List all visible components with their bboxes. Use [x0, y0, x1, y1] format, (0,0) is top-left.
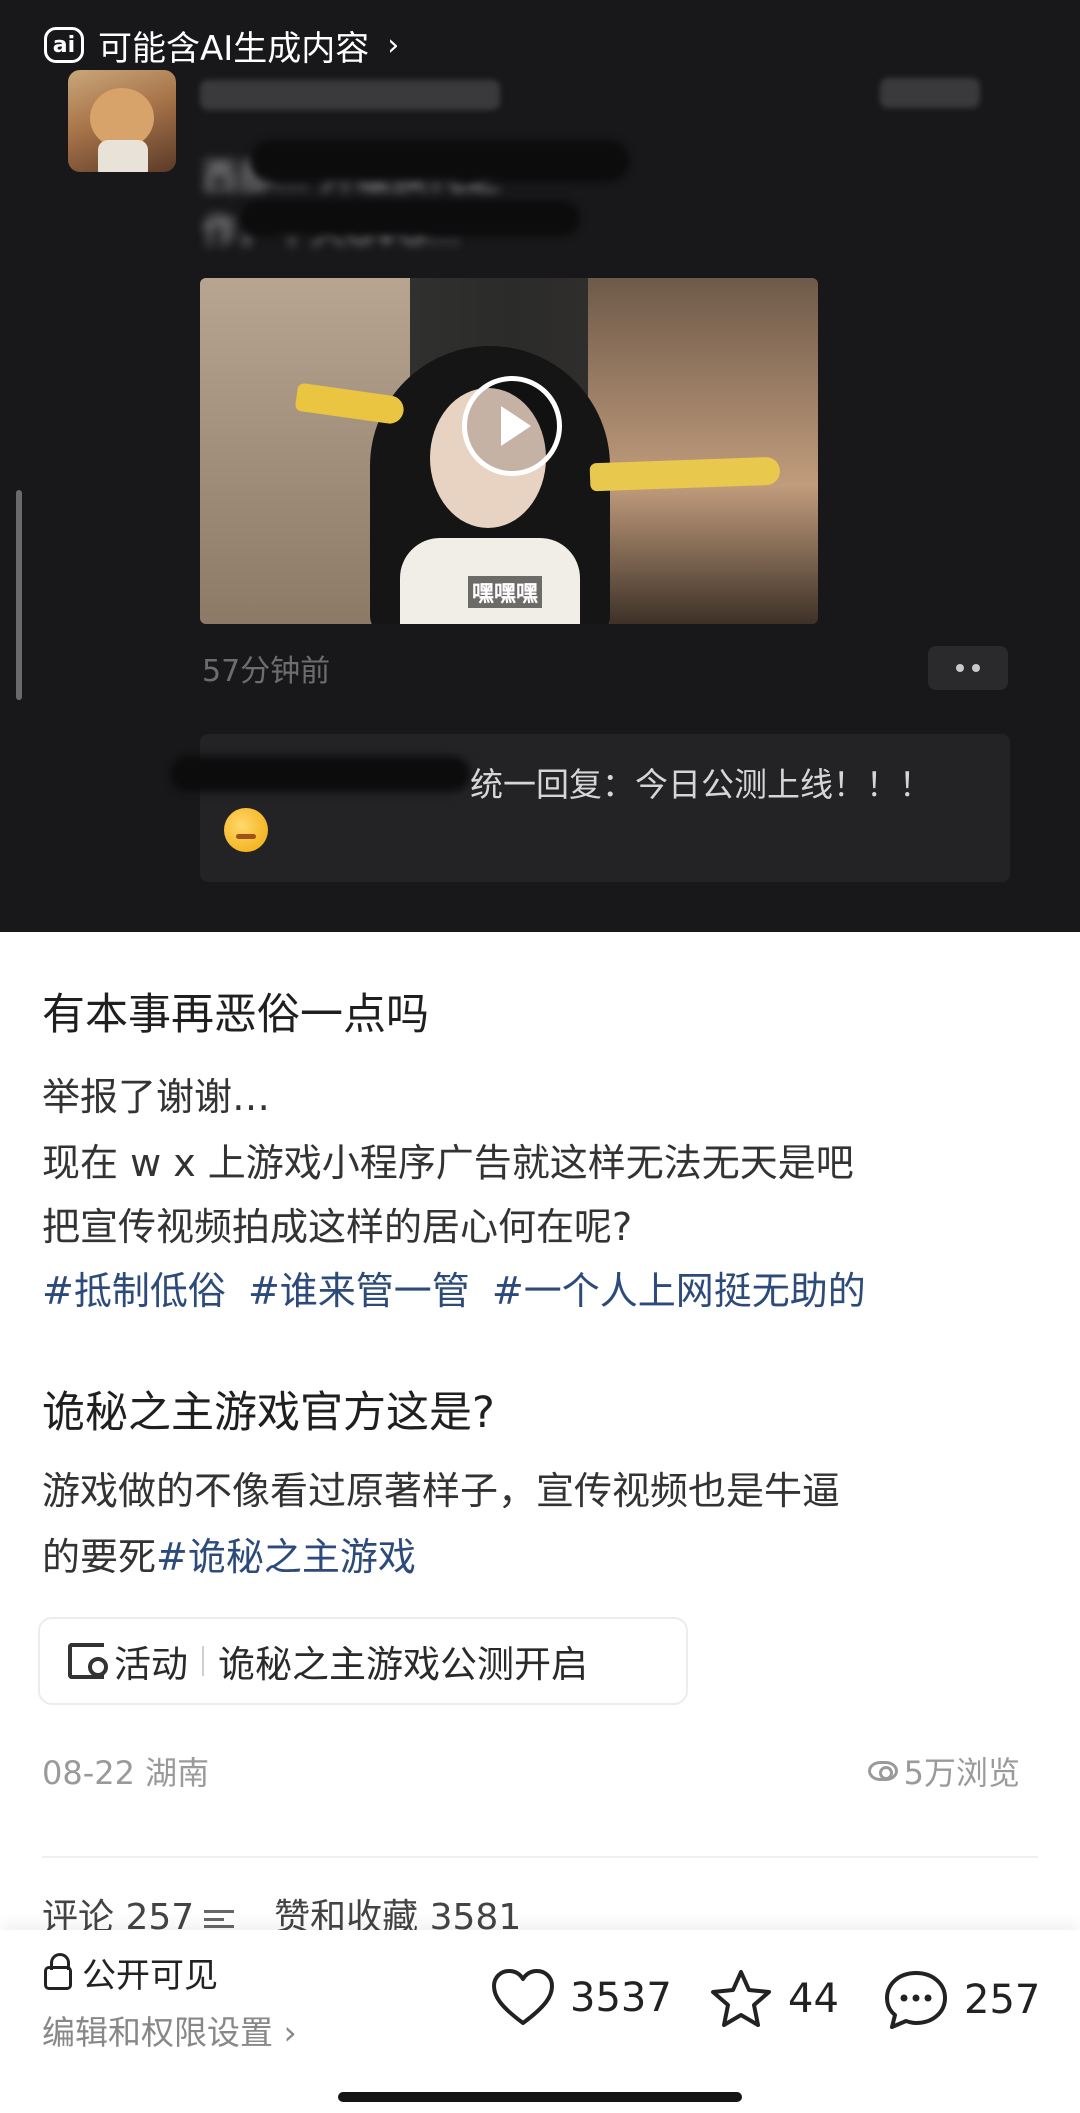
redaction-mark	[240, 200, 580, 236]
collect-count: 44	[788, 1976, 839, 2022]
edit-permissions-link[interactable]: 编辑和权限设置 ›	[42, 2006, 297, 2054]
video-subtitle: 嘿嘿嘿	[468, 576, 543, 608]
like-button[interactable]: 3537	[490, 1968, 672, 2028]
ai-icon: ai	[44, 27, 84, 63]
redacted-tag	[880, 78, 980, 108]
view-count-text: 5万浏览	[903, 1754, 1020, 1792]
redacted-username	[200, 80, 500, 110]
play-button[interactable]	[462, 376, 562, 476]
avatar	[68, 70, 176, 172]
more-options-button[interactable]	[928, 646, 1008, 690]
star-icon	[708, 1968, 774, 2030]
divider	[202, 1646, 204, 1676]
video-person-right	[588, 278, 818, 624]
collect-button[interactable]: 44	[708, 1968, 839, 2030]
comment-button[interactable]: 257	[882, 1968, 1040, 2032]
bottom-action-bar: 公开可见 编辑和权限设置 › 3537 44 257	[0, 1930, 1080, 2113]
video-thumbnail[interactable]: 嘿嘿嘿	[200, 278, 818, 624]
post-body-line: 举报了谢谢…	[42, 1075, 271, 1119]
post-body-line: 现在 w x 上游戏小程序广告就这样无法无天是吧	[42, 1141, 854, 1185]
activity-label: 活动	[114, 1643, 188, 1686]
post-body-line: 的要死#诡秘之主游戏	[42, 1526, 416, 1581]
post-time: 57分钟前	[202, 654, 331, 689]
visibility-text: 公开可见	[82, 1956, 218, 1996]
post-body-line: 把宣传视频拍成这样的居心何在呢?	[42, 1205, 633, 1249]
visibility-status[interactable]: 公开可见	[44, 1948, 218, 1997]
eye-icon	[867, 1761, 898, 1781]
comment-count: 257	[964, 1977, 1041, 2023]
ai-content-notice[interactable]: ai 可能含AI生成内容 ›	[44, 20, 399, 70]
like-count: 3537	[570, 1975, 672, 2021]
hashtag-link[interactable]: #诡秘之主游戏	[156, 1535, 416, 1579]
scrollbar	[16, 490, 22, 700]
sort-icon[interactable]	[204, 1910, 235, 1928]
hashtag-link[interactable]: #抵制低俗	[42, 1269, 226, 1313]
lock-icon	[44, 1952, 72, 1990]
post-subtitle: 诡秘之主游戏官方这是?	[42, 1388, 495, 1438]
post-title: 有本事再恶俗一点吗	[42, 990, 429, 1040]
redacted-replier-name	[170, 756, 470, 792]
heart-icon	[490, 1968, 556, 2028]
ticket-icon	[68, 1643, 108, 1679]
play-icon	[501, 406, 531, 446]
activity-text: 诡秘之主游戏公测开启	[218, 1643, 588, 1686]
hashtag-link[interactable]: #谁来管一管	[248, 1269, 470, 1313]
post-body-text: 的要死	[42, 1535, 157, 1579]
reply-text: 统一回复：今日公测上线！！！	[470, 765, 932, 804]
view-count: 5万浏览	[867, 1748, 1020, 1794]
post-date-location: 08-22 湖南	[42, 1754, 210, 1792]
divider	[42, 1856, 1038, 1858]
activity-card[interactable]: 活动 诡秘之主游戏公测开启	[38, 1617, 688, 1705]
chevron-right-icon: ›	[387, 27, 400, 63]
hashtag-link[interactable]: #一个人上网挺无助的	[492, 1269, 866, 1313]
home-indicator[interactable]	[338, 2092, 742, 2102]
post-body-line: 游戏做的不像看过原著样子，宣传视频也是牛逼	[42, 1469, 841, 1513]
post-tags: #抵制低俗 #谁来管一管 #一个人上网挺无助的	[42, 1260, 876, 1315]
redaction-mark	[250, 140, 630, 182]
comment-icon	[882, 1968, 950, 2032]
emoji-icon	[224, 808, 268, 852]
embedded-screenshot: ai 可能含AI生成内容 › 西部... 升级换代之 作，个人GVG... 嘿嘿…	[0, 0, 1080, 932]
ai-notice-text: 可能含AI生成内容	[98, 28, 370, 69]
avatar-face	[90, 88, 154, 148]
avatar-body	[98, 140, 148, 172]
